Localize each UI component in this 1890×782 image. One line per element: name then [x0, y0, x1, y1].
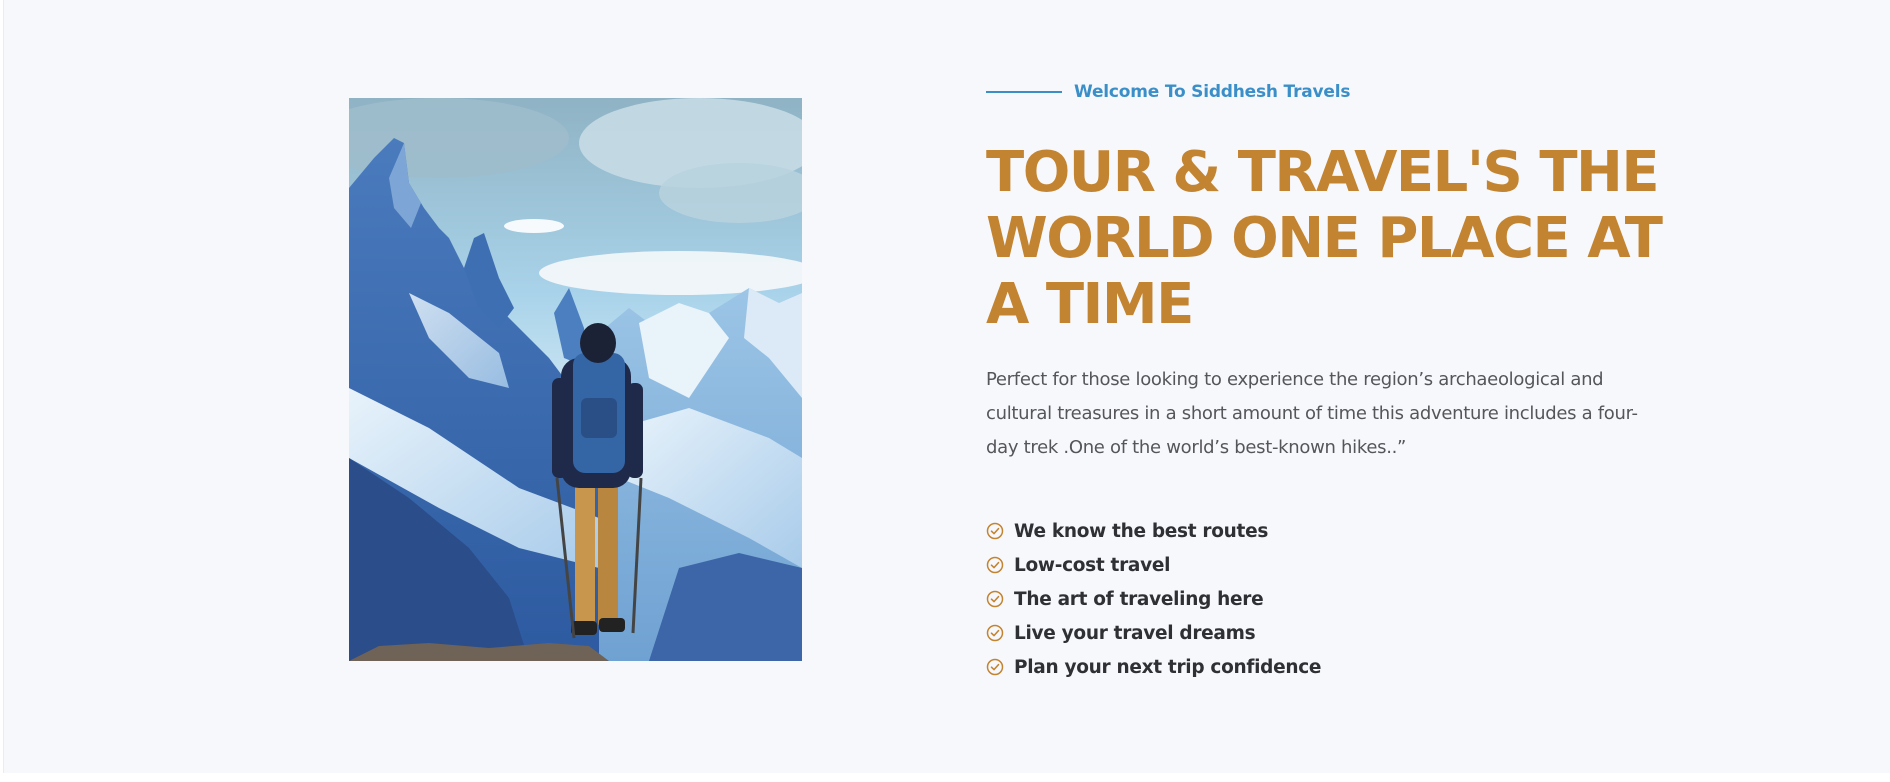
features-list: We know the best routes Low-cost travel …: [986, 514, 1321, 684]
feature-label: Low-cost travel: [1014, 554, 1171, 576]
feature-label: Plan your next trip confidence: [1014, 656, 1322, 678]
check-circle-icon: [986, 556, 1004, 574]
list-item: Low-cost travel: [986, 548, 1321, 582]
check-circle-icon: [986, 522, 1004, 540]
about-section: Welcome To Siddhesh Travels TOUR & TRAVE…: [3, 0, 1890, 773]
list-item: We know the best routes: [986, 514, 1321, 548]
check-circle-icon: [986, 658, 1004, 676]
list-item: Live your travel dreams: [986, 616, 1321, 650]
section-description: Perfect for those looking to experience …: [986, 369, 1638, 458]
check-circle-icon: [986, 624, 1004, 642]
section-tagline: Welcome To Siddhesh Travels: [1074, 82, 1351, 102]
tagline-divider: [986, 91, 1062, 93]
feature-label: The art of traveling here: [1014, 588, 1264, 610]
feature-label: Live your travel dreams: [1014, 622, 1256, 644]
list-item: The art of traveling here: [986, 582, 1321, 616]
hero-image: [349, 98, 802, 661]
mountain-hiker-illustration: [349, 98, 802, 661]
tagline-row: Welcome To Siddhesh Travels: [986, 80, 1350, 104]
check-circle-icon: [986, 590, 1004, 608]
list-item: Plan your next trip confidence: [986, 650, 1321, 684]
section-headline: TOUR & TRAVEL'S THE WORLD ONE PLACE AT A…: [986, 140, 1663, 337]
feature-label: We know the best routes: [1014, 520, 1269, 542]
